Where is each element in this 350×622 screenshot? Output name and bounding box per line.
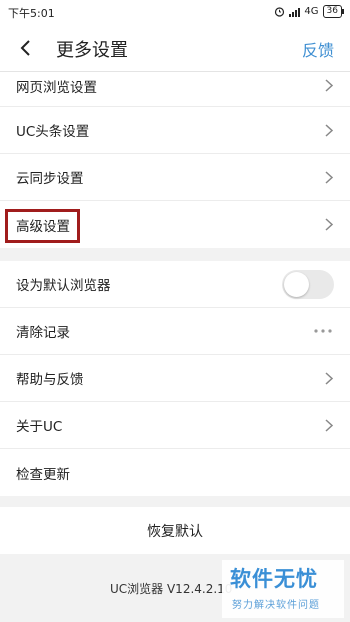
settings-item-label: 关于UC — [16, 419, 63, 435]
settings-item-label: 清除记录 — [16, 325, 70, 341]
more-horizontal-icon — [314, 329, 332, 333]
settings-item-check-update[interactable]: 检查更新 — [0, 449, 350, 496]
status-time: 下午5:01 — [8, 7, 55, 20]
settings-item-label: 云同步设置 — [16, 171, 84, 187]
chevron-right-icon — [325, 171, 334, 184]
alarm-icon — [275, 7, 285, 17]
chevron-right-icon — [325, 372, 334, 385]
settings-item-about-uc[interactable]: 关于UC — [0, 402, 350, 449]
status-bar: 下午5:01 4G 36 — [0, 0, 350, 24]
settings-item-web-browsing[interactable]: 网页浏览设置 — [0, 72, 350, 107]
settings-item-cloud-sync[interactable]: 云同步设置 — [0, 154, 350, 201]
page-title: 更多设置 — [56, 40, 128, 61]
chevron-left-icon[interactable] — [14, 36, 38, 60]
settings-group-secondary: 设为默认浏览器 清除记录 帮助与反馈 关于UC 检查更新 — [0, 261, 350, 496]
signal-icon — [289, 7, 301, 17]
status-icons: 4G 36 — [274, 5, 345, 18]
restore-defaults-button[interactable]: 恢复默认 — [0, 507, 350, 554]
settings-item-help-feedback[interactable]: 帮助与反馈 — [0, 355, 350, 402]
settings-item-label: 检查更新 — [16, 466, 70, 483]
settings-item-default-browser: 设为默认浏览器 — [0, 261, 350, 308]
watermark-subtitle: 努力解决软件问题 — [232, 600, 320, 611]
watermark-title: 软件无忧 — [230, 567, 318, 591]
battery-icon: 36 — [322, 5, 345, 18]
toggle-knob — [284, 272, 309, 297]
network-label: 4G — [304, 6, 319, 17]
chevron-right-icon — [325, 79, 334, 92]
settings-item-uc-headlines[interactable]: UC头条设置 — [0, 107, 350, 154]
chevron-right-icon — [325, 419, 334, 432]
settings-item-clear-records[interactable]: 清除记录 — [0, 308, 350, 355]
settings-item-label: 帮助与反馈 — [16, 372, 84, 388]
chevron-right-icon — [325, 218, 334, 231]
watermark-logo: 软件无忧 努力解决软件问题 — [222, 560, 344, 618]
chevron-right-icon — [325, 124, 334, 137]
app-header: 更多设置 反馈 — [0, 24, 350, 72]
feedback-button[interactable]: 反馈 — [302, 37, 334, 61]
restore-defaults-label: 恢复默认 — [147, 523, 203, 540]
settings-item-label: 设为默认浏览器 — [16, 278, 111, 294]
default-browser-toggle[interactable] — [282, 270, 334, 299]
settings-item-label: 网页浏览设置 — [16, 80, 97, 96]
version-text: UC浏览器 V12.4.2.10 — [110, 582, 233, 596]
battery-level: 36 — [326, 6, 338, 16]
highlight-box — [5, 209, 80, 243]
settings-item-label: UC头条设置 — [16, 124, 90, 140]
